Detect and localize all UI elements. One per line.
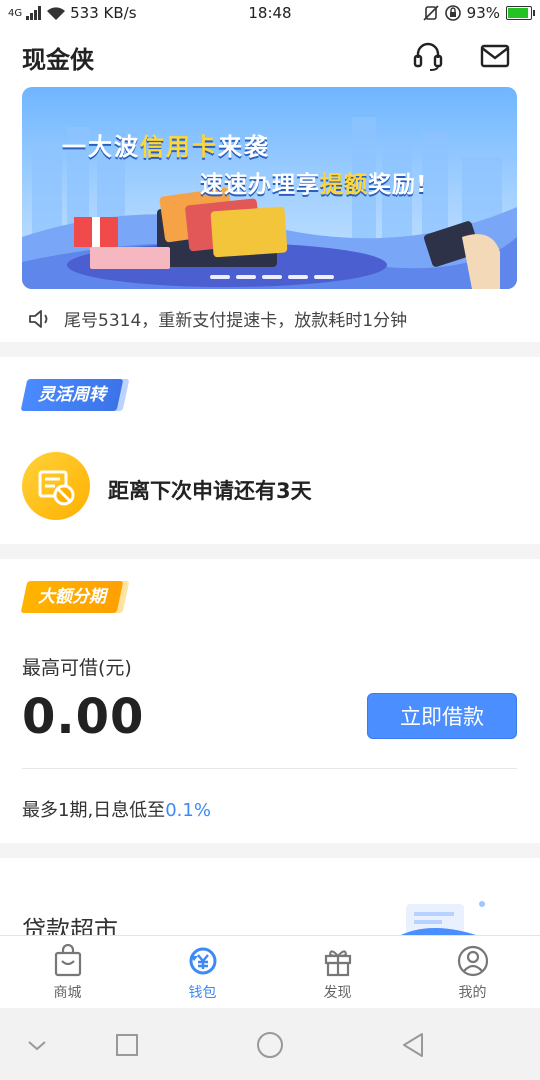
banner-dot[interactable]	[236, 275, 256, 279]
bag-icon	[54, 944, 81, 977]
battery-fill	[508, 8, 528, 18]
chevron-down-icon[interactable]	[22, 1030, 52, 1060]
banner-line1-prefix: 一大波	[62, 133, 140, 161]
tab-wallet[interactable]: 钱包	[135, 936, 270, 1008]
document-forbidden-icon	[22, 452, 90, 520]
flexible-tag-label: 灵活周转	[38, 385, 106, 405]
app-header: 现金侠	[0, 28, 540, 84]
banner-line1-highlight: 信用卡	[140, 133, 218, 161]
rotation-lock-icon	[444, 5, 461, 21]
loan-market-title: 贷款超市	[22, 916, 118, 938]
rate-value: 0.1%	[165, 800, 211, 821]
status-bar: 4G 533 KB/s 18:48 93%	[0, 0, 540, 28]
next-apply-message: 距离下次申请还有3天	[108, 479, 312, 503]
banner-pagination	[210, 275, 334, 279]
banner-line2-suffix: 奖励!	[368, 172, 428, 198]
installment-tag: 大额分期	[20, 581, 124, 613]
banner-subline: 速速办理享提额奖励!	[200, 165, 428, 199]
banner-dot[interactable]	[288, 275, 308, 279]
mail-icon[interactable]	[477, 38, 513, 74]
notice-bar: 尾号5314，重新支付提速卡，放款耗时1分钟	[28, 306, 407, 331]
system-nav-bar	[0, 1008, 540, 1080]
borrow-now-button[interactable]: 立即借款	[367, 693, 517, 739]
tab-mall[interactable]: 商城	[0, 936, 135, 1008]
divider	[22, 768, 517, 769]
recents-icon[interactable]	[112, 1030, 142, 1060]
tab-profile[interactable]: 我的	[405, 936, 540, 1008]
banner-headline: 一大波信用卡来袭	[62, 127, 270, 162]
tab-discover[interactable]: 发现	[270, 936, 405, 1008]
flexible-tag: 灵活周转	[20, 379, 124, 411]
headset-icon[interactable]	[410, 38, 446, 74]
speaker-icon	[29, 309, 48, 328]
installment-card: 大额分期 最高可借(元) 0.00 立即借款 最多1期,日息低至0.1%	[0, 559, 540, 843]
rate-prefix: 最多1期,日息低至	[22, 800, 166, 821]
bottom-tab-bar: 商城 钱包 发现 我的	[0, 935, 540, 1008]
installment-tag-label: 大额分期	[38, 587, 106, 607]
gift-icon	[324, 950, 351, 977]
banner-dot[interactable]	[210, 275, 230, 279]
mute-icon	[423, 5, 439, 21]
promo-banner[interactable]: 一大波信用卡来袭 速速办理享提额奖励!	[22, 87, 517, 289]
home-icon[interactable]	[255, 1030, 285, 1060]
banner-line2-highlight: 提额	[320, 172, 368, 198]
tab-wallet-label: 钱包	[188, 985, 217, 1001]
banner-section: 一大波信用卡来袭 速速办理享提额奖励! 尾号5314，重新支付提速卡，放款耗时1…	[0, 84, 540, 342]
notice-text: 尾号5314，重新支付提速卡，放款耗时1分钟	[64, 311, 408, 331]
battery-icon	[506, 6, 535, 20]
loan-market-card[interactable]: 贷款超市	[0, 858, 540, 938]
tab-mall-label: 商城	[53, 985, 82, 1001]
max-loan-label: 最高可借(元)	[22, 657, 132, 679]
battery-percent: 93%	[466, 4, 500, 22]
tab-discover-label: 发现	[323, 985, 352, 1001]
banner-line1-suffix: 来袭	[218, 133, 270, 161]
wallet-yen-icon	[189, 947, 216, 975]
status-right: 93%	[423, 4, 535, 22]
banner-line2-prefix: 速速办理享	[200, 172, 320, 198]
rate-info: 最多1期,日息低至0.1%	[22, 796, 211, 822]
profile-icon	[457, 945, 488, 977]
page-title: 现金侠	[22, 46, 94, 74]
tab-profile-label: 我的	[458, 985, 487, 1001]
loan-amount: 0.00	[22, 689, 145, 745]
flexible-card: 灵活周转 距离下次申请还有3天	[0, 357, 540, 544]
shopping-cart-illustration	[395, 901, 485, 938]
banner-dot[interactable]	[262, 275, 282, 279]
banner-dot[interactable]	[314, 275, 334, 279]
back-icon[interactable]	[398, 1030, 428, 1060]
